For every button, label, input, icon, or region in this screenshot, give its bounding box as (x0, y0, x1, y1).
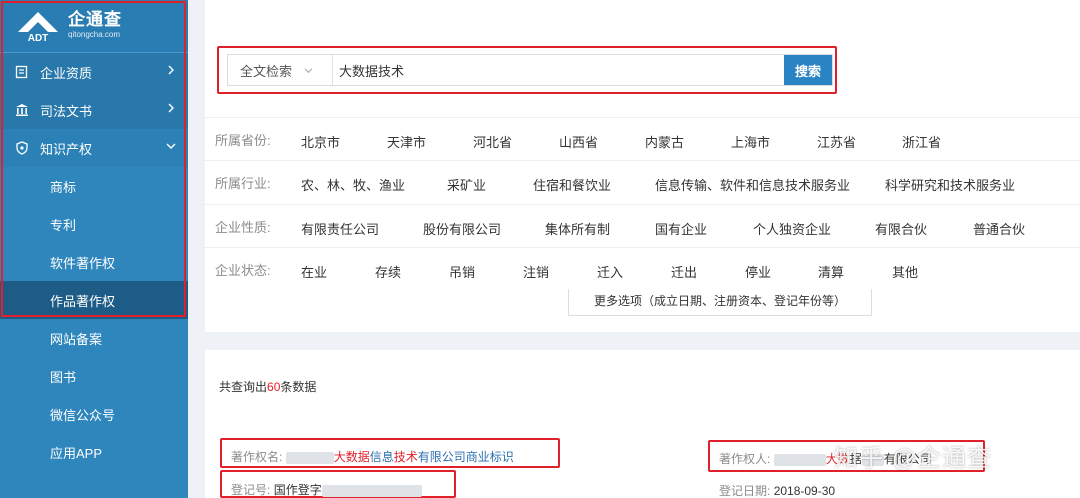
search-panel: 全文检索 搜索 所属省份: 北京市 天津市 河北省 山西省 内蒙古 上海市 江苏… (205, 0, 1080, 332)
work-name-link[interactable]: 信息 (370, 450, 394, 464)
watermark: 知乎 @企通查 (834, 445, 993, 472)
reg-no-field: 登记号: 国作登字 (231, 481, 422, 498)
sidebar-item-label: 企业资质 (40, 65, 93, 81)
filter-label: 企业性质: (215, 219, 271, 235)
filter-label: 所属省份: (215, 132, 271, 148)
filter-option[interactable]: 江苏省 (817, 132, 856, 151)
filter-option[interactable]: 普通合伙 (973, 219, 1025, 238)
search-bar: 全文检索 搜索 (227, 54, 833, 86)
brand-domain: qitongcha.com (68, 30, 121, 39)
filter-row-status: 企业状态: 在业 存续 吊销 注销 迁入 迁出 停业 清算 其他 (205, 247, 1080, 290)
filter-option[interactable]: 停业 (745, 262, 771, 281)
sidebar-subitem-work-copyright[interactable]: 作品著作权 (0, 281, 188, 319)
filter-option[interactable]: 个人独资企业 (753, 219, 831, 238)
search-input[interactable] (333, 55, 784, 85)
filter-option[interactable]: 信息传输、软件和信息技术服务业 (655, 175, 850, 194)
filter-label: 所属行业: (215, 175, 271, 191)
chevron-down-icon (166, 143, 176, 149)
filter-option[interactable]: 天津市 (387, 132, 426, 151)
logo[interactable]: ADT 企通查 qitongcha.com (0, 0, 188, 53)
brand-name: 企通查 (68, 10, 122, 29)
filter-option[interactable]: 注销 (523, 262, 549, 281)
filter-option[interactable]: 内蒙古 (645, 132, 684, 151)
filter-option[interactable]: 存续 (375, 262, 401, 281)
filter-option[interactable]: 清算 (818, 262, 844, 281)
work-name-field: 著作权名: 大数据信息技术有限公司商业标识 (231, 450, 514, 464)
filter-row-industry: 所属行业: 农、林、牧、渔业 采矿业 住宿和餐饮业 信息传输、软件和信息技术服务… (205, 160, 1080, 203)
filter-option[interactable]: 集体所有制 (545, 219, 610, 238)
sidebar-item-qualification[interactable]: 企业资质 (0, 53, 188, 91)
filter-option[interactable]: 股份有限公司 (423, 219, 501, 238)
filter-row-nature: 企业性质: 有限责任公司 股份有限公司 集体所有制 国有企业 个人独资企业 有限… (205, 204, 1080, 247)
filter-option[interactable]: 山西省 (559, 132, 598, 151)
filter-option[interactable]: 吊销 (449, 262, 475, 281)
redacted-mask (321, 484, 422, 497)
redacted-mask (285, 451, 334, 464)
work-name-link-rest[interactable]: 有限公司商业标识 (418, 450, 514, 464)
filter-option[interactable]: 迁入 (597, 262, 623, 281)
sidebar-subitem-app[interactable]: 应用APP (0, 433, 188, 471)
filter-option[interactable]: 国有企业 (655, 219, 707, 238)
sidebar-subitem-wechat[interactable]: 微信公众号 (0, 395, 188, 433)
chevron-down-icon (304, 67, 313, 73)
filter-option[interactable]: 采矿业 (447, 175, 486, 194)
sidebar-subitem-books[interactable]: 图书 (0, 357, 188, 395)
sidebar-item-label: 司法文书 (40, 103, 93, 119)
filter-option[interactable]: 迁出 (671, 262, 697, 281)
more-options-button[interactable]: 更多选项（成立日期、注册资本、登记年份等） (568, 289, 872, 316)
filter-label: 企业状态: (215, 262, 271, 278)
certificate-icon (14, 64, 30, 80)
search-button[interactable]: 搜索 (784, 55, 832, 85)
filter-option[interactable]: 北京市 (301, 132, 340, 151)
filter-option[interactable]: 有限责任公司 (301, 219, 379, 238)
chevron-right-icon (168, 65, 174, 75)
filter-option[interactable]: 农、林、牧、渔业 (301, 175, 405, 194)
redacted-mask (773, 453, 826, 466)
svg-text:ADT: ADT (28, 33, 49, 42)
logo-mark-icon: ADT (14, 10, 62, 44)
result-count-number: 60 (267, 380, 281, 394)
sidebar-item-judicial[interactable]: 司法文书 (0, 91, 188, 129)
sidebar-subitem-patent[interactable]: 专利 (0, 205, 188, 243)
sidebar: ADT 企通查 qitongcha.com 企业资质 司法文书 知识产权 商标 … (0, 0, 188, 498)
filter-option[interactable]: 其他 (892, 262, 918, 281)
shield-icon (14, 140, 30, 156)
filter-row-province: 所属省份: 北京市 天津市 河北省 山西省 内蒙古 上海市 江苏省 浙江省 (205, 117, 1080, 160)
sidebar-item-label: 知识产权 (40, 141, 93, 157)
result-count: 共查询出60条数据 (219, 380, 317, 394)
search-highlight-box: 全文检索 搜索 (217, 46, 837, 94)
filter-option[interactable]: 科学研究和技术服务业 (885, 175, 1015, 194)
sidebar-subitem-trademark[interactable]: 商标 (0, 167, 188, 205)
reg-date-field: 登记日期: 2018-09-30 (719, 484, 836, 498)
sidebar-subitem-website-filing[interactable]: 网站备案 (0, 319, 188, 357)
sidebar-item-ip[interactable]: 知识产权 (0, 129, 188, 167)
search-type-select[interactable]: 全文检索 (228, 55, 333, 85)
chevron-right-icon (168, 103, 174, 113)
results-panel: 共查询出60条数据 著作权名: 大数据信息技术有限公司商业标识 登记号: 国作登… (205, 350, 1080, 498)
filter-option[interactable]: 浙江省 (902, 132, 941, 151)
filter-option[interactable]: 有限合伙 (875, 219, 927, 238)
filter-option[interactable]: 在业 (301, 262, 327, 281)
filter-option[interactable]: 住宿和餐饮业 (533, 175, 611, 194)
filter-option[interactable]: 河北省 (473, 132, 512, 151)
filter-option[interactable]: 上海市 (731, 132, 770, 151)
sidebar-subitem-software-copyright[interactable]: 软件著作权 (0, 243, 188, 281)
courthouse-icon (14, 102, 30, 118)
